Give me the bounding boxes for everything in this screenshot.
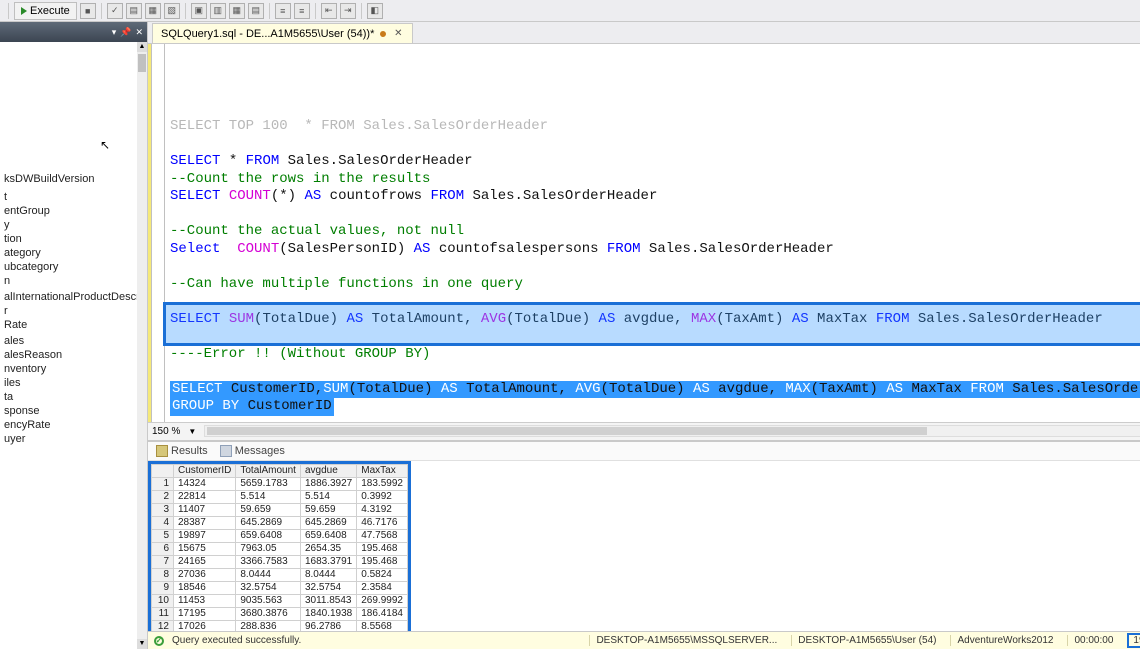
column-header[interactable]: CustomerID — [174, 464, 236, 477]
include-stats-button[interactable]: ▥ — [210, 3, 226, 19]
table-row[interactable]: 428387645.2869645.286946.7176 — [152, 516, 408, 529]
tree-item[interactable]: ta — [0, 390, 147, 404]
table-row[interactable]: 11171953680.38761840.1938186.4184 — [152, 607, 408, 620]
tree-item[interactable]: nventory — [0, 362, 147, 376]
messages-tab[interactable]: Messages — [220, 445, 285, 457]
results-tabstrip: Results Messages — [148, 441, 1140, 461]
tree-item[interactable]: r — [0, 304, 147, 318]
table-row[interactable]: 2228145.5145.5140.3992 — [152, 490, 408, 503]
status-message: Query executed successfully. — [172, 635, 301, 646]
main-toolbar: Execute ■ ✓ ▤ ▦ ▧ ▣ ▥ ▦ ▤ ≡ ≡ ⇤ ⇥ ◧ — [0, 0, 1140, 22]
tree-item[interactable]: sponse — [0, 404, 147, 418]
play-icon — [21, 7, 27, 15]
table-row[interactable]: 519897659.6408659.640847.7568 — [152, 529, 408, 542]
table-row[interactable]: 7241653366.75831683.3791195.468 — [152, 555, 408, 568]
table-row[interactable]: 31140759.65959.6594.3192 — [152, 503, 408, 516]
unsaved-dot-icon — [380, 31, 386, 37]
messages-icon — [220, 445, 232, 457]
tree-item[interactable]: uyer — [0, 432, 147, 446]
tree-item[interactable]: encyRate — [0, 418, 147, 432]
intellisense-button[interactable]: ▧ — [164, 3, 180, 19]
status-rowcount: 19,119 rows — [1127, 633, 1140, 648]
decrease-indent-button[interactable]: ⇤ — [321, 3, 337, 19]
results-text-button[interactable]: ▤ — [248, 3, 264, 19]
success-icon: ✓ — [154, 636, 164, 646]
close-tab-icon[interactable]: ✕ — [392, 28, 404, 40]
tree-item[interactable]: ategory — [0, 246, 147, 260]
status-user: DESKTOP-A1M5655\User (54) — [791, 635, 942, 646]
table-row[interactable]: 10114539035.5633011.8543269.9992 — [152, 594, 408, 607]
grid-icon — [156, 445, 168, 457]
editor-hscroll[interactable] — [204, 425, 1140, 437]
tree-item[interactable]: n — [0, 274, 147, 288]
tab-title: SQLQuery1.sql - DE...A1M5655\User (54))* — [161, 28, 374, 40]
execute-label: Execute — [30, 5, 70, 17]
stop-button[interactable]: ■ — [80, 3, 96, 19]
tree-item[interactable]: ubcategory — [0, 260, 147, 274]
object-explorer: ▾ 📌 ✕ ksDWBuildVersion tentGroupytionate… — [0, 22, 148, 649]
tree-item[interactable]: tion — [0, 232, 147, 246]
status-server: DESKTOP-A1M5655\MSSQLSERVER... — [589, 635, 783, 646]
table-row[interactable]: 6156757963.052654.35195.468 — [152, 542, 408, 555]
close-panel-icon[interactable]: ✕ — [135, 27, 143, 38]
table-row[interactable]: 1143245659.17831886.3927183.5992 — [152, 477, 408, 490]
auto-hide-icon[interactable]: 📌 — [120, 27, 131, 38]
sql-editor[interactable]: SELECT TOP 100 * FROM Sales.SalesOrderHe… — [148, 44, 1140, 422]
results-grid[interactable]: CustomerIDTotalAmountavgdueMaxTax1143245… — [148, 461, 411, 632]
table-row[interactable]: 8270368.04448.04440.5824 — [152, 568, 408, 581]
query-options-button[interactable]: ▦ — [145, 3, 161, 19]
tree-item[interactable]: y — [0, 218, 147, 232]
tree-item[interactable]: ales — [0, 334, 147, 348]
zoom-level[interactable]: 150 % — [152, 426, 180, 437]
tree-item[interactable]: Rate — [0, 318, 147, 332]
tree-item[interactable]: ksDWBuildVersion — [0, 172, 147, 186]
comment-button[interactable]: ≡ — [275, 3, 291, 19]
uncomment-button[interactable]: ≡ — [294, 3, 310, 19]
estimated-plan-button[interactable]: ▤ — [126, 3, 142, 19]
tree-item[interactable]: iles — [0, 376, 147, 390]
include-plan-button[interactable]: ▣ — [191, 3, 207, 19]
editor-tab[interactable]: SQLQuery1.sql - DE...A1M5655\User (54))*… — [152, 23, 413, 43]
status-time: 00:00:00 — [1067, 635, 1119, 646]
table-row[interactable]: 1217026288.83696.27868.5568 — [152, 620, 408, 631]
results-grid-button[interactable]: ▦ — [229, 3, 245, 19]
panel-header: ▾ 📌 ✕ — [0, 22, 147, 42]
status-bar: ✓ Query executed successfully. DESKTOP-A… — [148, 631, 1140, 649]
status-db: AdventureWorks2012 — [950, 635, 1059, 646]
specify-values-button[interactable]: ◧ — [367, 3, 383, 19]
pin-icon[interactable]: ▾ — [112, 27, 117, 38]
column-header[interactable]: TotalAmount — [236, 464, 301, 477]
parse-button[interactable]: ✓ — [107, 3, 123, 19]
tree-item[interactable]: alesReason — [0, 348, 147, 362]
table-row[interactable]: 91854632.575432.57542.3584 — [152, 581, 408, 594]
increase-indent-button[interactable]: ⇥ — [340, 3, 356, 19]
tree-item[interactable]: alInternationalProductDescription — [0, 290, 147, 304]
column-header[interactable]: avgdue — [300, 464, 356, 477]
tree-scrollbar[interactable]: ▲ ▼ — [137, 42, 147, 649]
tree-item[interactable]: entGroup — [0, 204, 147, 218]
results-tab[interactable]: Results — [156, 445, 208, 457]
execute-button[interactable]: Execute — [14, 2, 77, 20]
column-header[interactable]: MaxTax — [357, 464, 408, 477]
tree-item[interactable]: t — [0, 190, 147, 204]
editor-tabstrip: SQLQuery1.sql - DE...A1M5655\User (54))*… — [148, 22, 1140, 44]
editor-footer: 150 % ▼ — [148, 422, 1140, 440]
